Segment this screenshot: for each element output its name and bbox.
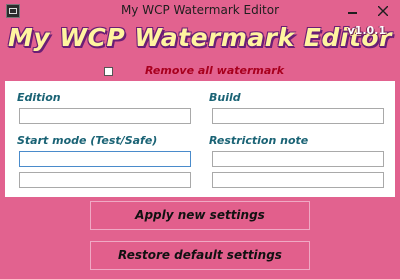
version-label: v1.0.1 <box>347 24 387 37</box>
apply-settings-button[interactable]: Apply new settings <box>90 201 310 230</box>
close-icon <box>378 6 388 16</box>
restriction-note-field-2[interactable] <box>212 172 384 188</box>
edition-field[interactable] <box>19 108 191 124</box>
restriction-note-field-1[interactable] <box>212 151 384 167</box>
close-button[interactable] <box>366 0 400 22</box>
start-mode-field-1[interactable] <box>19 151 191 167</box>
start-mode-label: Start mode (Test/Safe) <box>17 134 158 147</box>
restore-defaults-button[interactable]: Restore default settings <box>90 241 310 270</box>
logo-text: My WCP Watermark Editor <box>8 23 392 52</box>
build-field[interactable] <box>212 108 384 124</box>
edition-label: Edition <box>17 91 61 104</box>
remove-all-checkbox[interactable] <box>104 67 113 76</box>
remove-all-label[interactable]: Remove all watermark <box>145 64 284 77</box>
settings-panel: Edition Build Start mode (Test/Safe) Res… <box>5 81 395 197</box>
minimize-button[interactable] <box>338 0 366 22</box>
build-label: Build <box>209 91 241 104</box>
start-mode-field-2[interactable] <box>19 172 191 188</box>
title-bar: My WCP Watermark Editor <box>0 0 400 22</box>
restriction-note-label: Restriction note <box>209 134 309 147</box>
